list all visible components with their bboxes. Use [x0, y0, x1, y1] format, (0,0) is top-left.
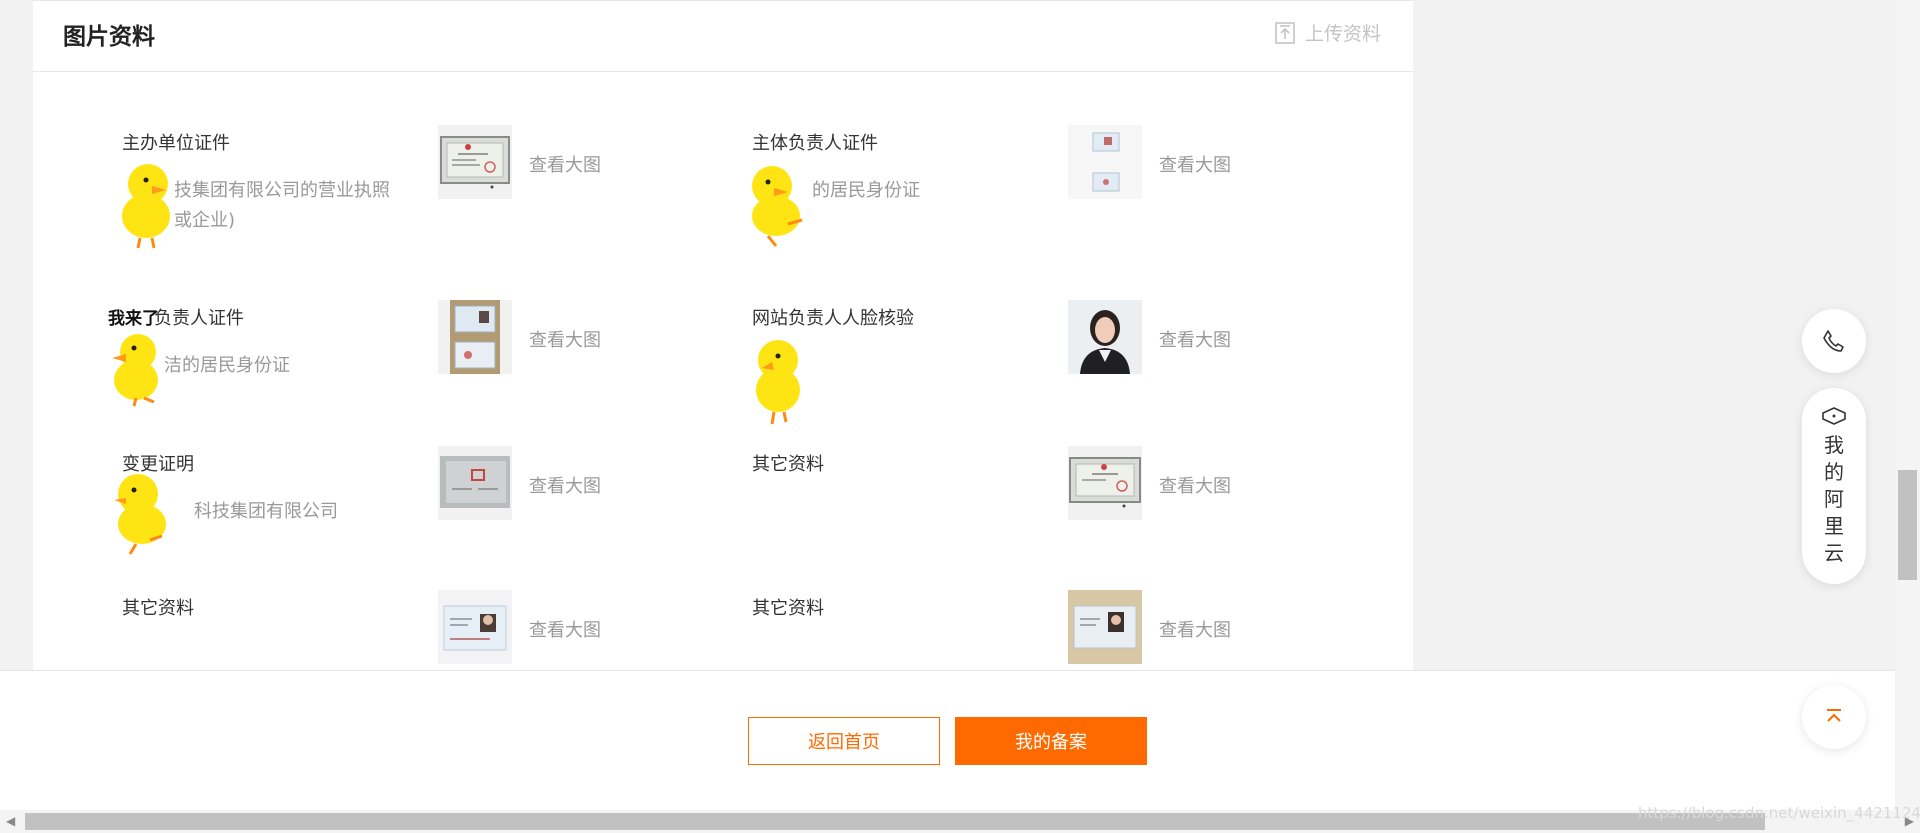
footer-bar: 返回首页 我的备案	[0, 670, 1895, 810]
duck-sticker-icon	[752, 166, 803, 247]
watermark: https://blog.csdn.net/weixin_44211240	[1638, 804, 1920, 822]
upload-icon	[1275, 21, 1295, 44]
id-card-thumbnail[interactable]	[1068, 590, 1142, 664]
my-filing-button[interactable]: 我的备案	[955, 717, 1147, 765]
back-to-top-button[interactable]	[1802, 685, 1866, 749]
view-large-link[interactable]: 查看大图	[1159, 326, 1231, 352]
vertical-scrollbar[interactable]	[1895, 0, 1920, 810]
item-label: 网站负责人人脸核验	[752, 308, 914, 329]
id-card-thumbnail[interactable]	[438, 590, 512, 664]
id-card-thumbnail[interactable]	[1068, 125, 1142, 199]
document-thumbnail[interactable]	[438, 125, 512, 199]
view-large-link[interactable]: 查看大图	[1159, 616, 1231, 642]
item-label: 主体负责人证件	[752, 133, 878, 154]
back-home-button[interactable]: 返回首页	[748, 717, 940, 765]
card-header: 图片资料 上传资料	[33, 1, 1413, 72]
my-aliyun-label: 我的阿里云	[1824, 433, 1844, 565]
phone-icon	[1823, 330, 1844, 352]
vertical-scroll-thumb[interactable]	[1898, 470, 1917, 580]
duck-sticker-icon	[122, 164, 170, 249]
view-large-link[interactable]: 查看大图	[529, 151, 601, 177]
back-to-top-icon	[1827, 709, 1841, 722]
aliyun-box-icon	[1822, 407, 1846, 425]
item-label: 负责人证件	[154, 308, 244, 329]
my-aliyun-button[interactable]: 我的阿里云	[1802, 388, 1866, 584]
upload-materials-button[interactable]: 上传资料	[1275, 19, 1381, 46]
item-label: 其它资料	[752, 454, 824, 475]
horizontal-scroll-thumb[interactable]	[25, 813, 1765, 830]
item-label: 主办单位证件	[122, 133, 230, 154]
view-large-link[interactable]: 查看大图	[529, 616, 601, 642]
item-desc: 洁的居民身份证	[164, 355, 290, 376]
item-desc: 的居民身份证	[812, 180, 920, 201]
view-large-link[interactable]: 查看大图	[1159, 151, 1231, 177]
horizontal-scrollbar[interactable]: ◀ ▶	[0, 810, 1920, 833]
view-large-link[interactable]: 查看大图	[529, 326, 601, 352]
phone-contact-button[interactable]	[1802, 309, 1866, 373]
view-large-link[interactable]: 查看大图	[1159, 472, 1231, 498]
view-large-link[interactable]: 查看大图	[529, 472, 601, 498]
item-desc: 科技集团有限公司	[194, 501, 338, 522]
section-title: 图片资料	[63, 24, 155, 50]
picture-materials-card: 图片资料 上传资料 主办单位证件 技集团有限公司的营业执照 或企业) 查看大图 …	[33, 0, 1413, 670]
floating-text: 我来了	[108, 309, 159, 329]
duck-sticker-icon	[756, 340, 800, 425]
document-thumbnail[interactable]	[1068, 446, 1142, 520]
duck-sticker-icon	[114, 474, 166, 555]
face-photo-thumbnail[interactable]	[1068, 300, 1142, 374]
item-label: 其它资料	[122, 598, 194, 619]
duck-sticker-icon	[112, 334, 158, 407]
item-label: 其它资料	[752, 598, 824, 619]
id-card-thumbnail[interactable]	[438, 300, 512, 374]
upload-label: 上传资料	[1304, 23, 1381, 45]
item-desc: 技集团有限公司的营业执照	[174, 180, 390, 201]
scroll-left-arrow-icon[interactable]: ◀	[6, 814, 15, 828]
document-thumbnail[interactable]	[438, 446, 512, 520]
